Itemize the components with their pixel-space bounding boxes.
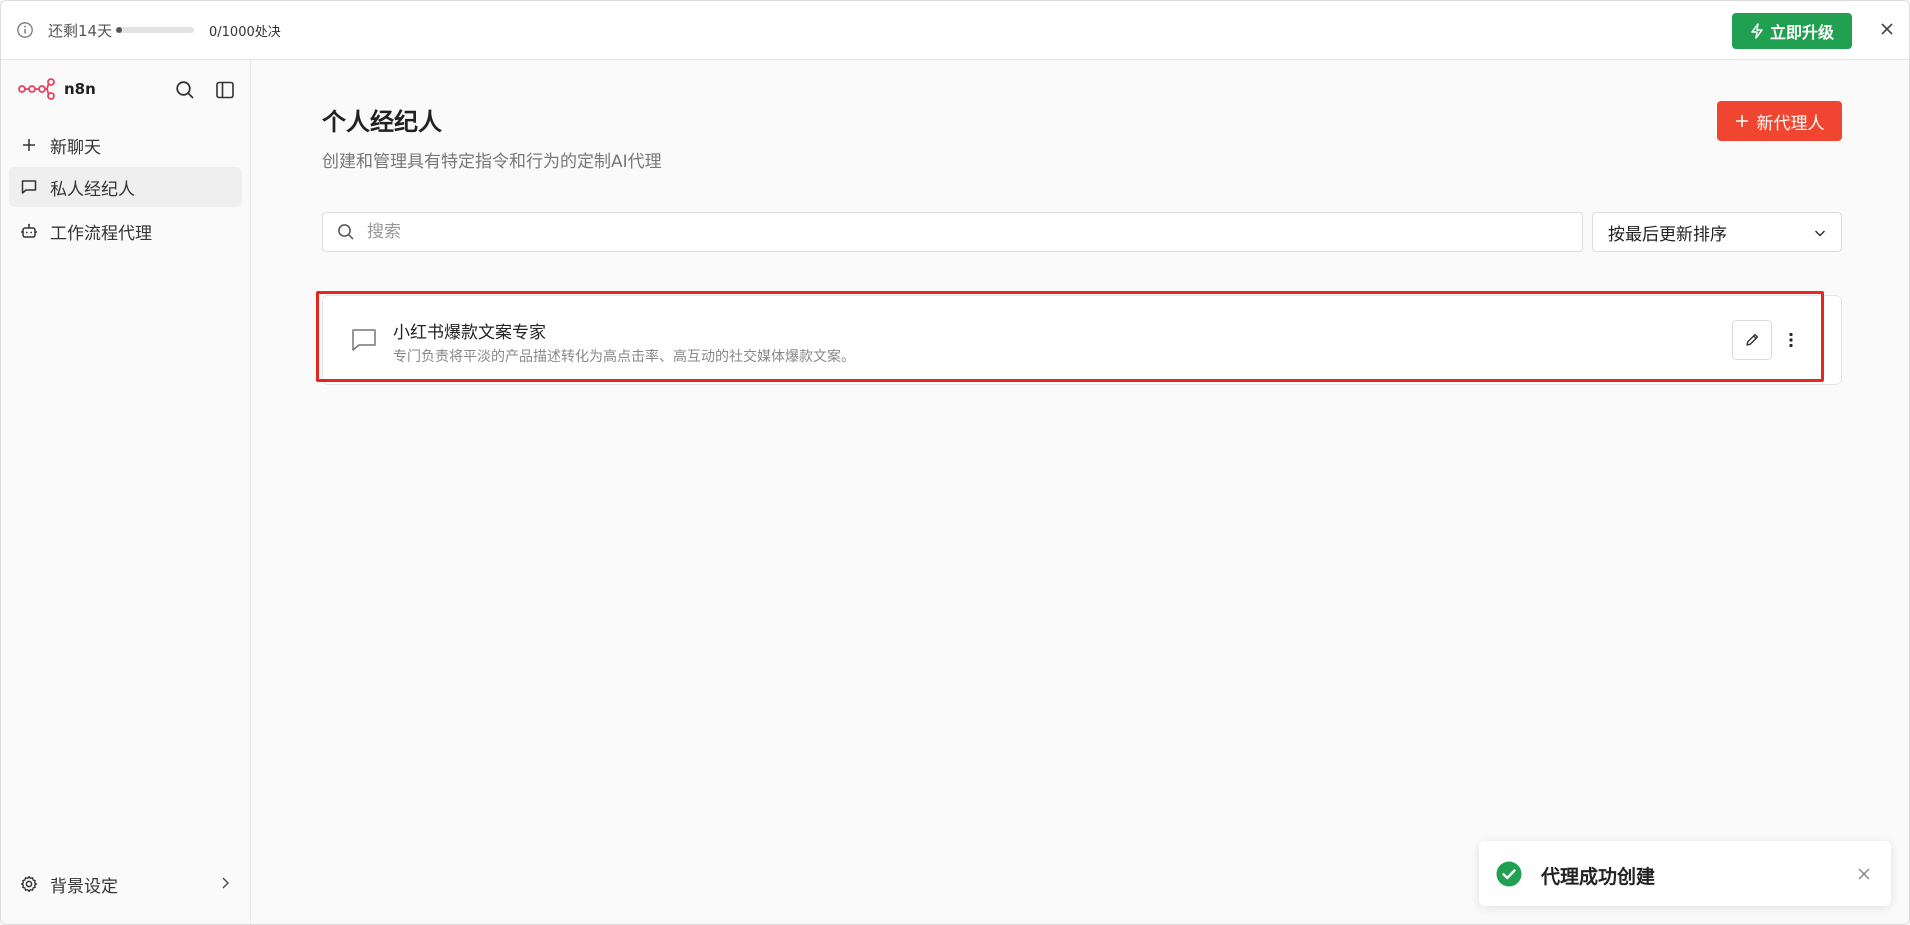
trial-progress-fill	[116, 27, 122, 33]
sidebar-toggle-icon[interactable]	[215, 80, 235, 100]
search-input[interactable]	[367, 222, 1547, 242]
agent-card[interactable]: 小红书爆款文案专家 专门负责将平淡的产品描述转化为高点击率、高互动的社交媒体爆款…	[322, 295, 1842, 385]
chevron-right-icon	[222, 877, 230, 889]
toast-message: 代理成功创建	[1541, 866, 1656, 888]
trial-days-text: 还剩14天	[48, 22, 113, 40]
agent-name: 小红书爆款文案专家	[393, 323, 546, 343]
sidebar-item-settings[interactable]: 背景设定	[9, 866, 242, 902]
chevron-down-icon	[1814, 230, 1826, 237]
plus-icon	[1735, 115, 1748, 127]
sidebar-item-label: 工作流程代理	[50, 223, 152, 244]
upgrade-label: 立即升级	[1769, 23, 1834, 42]
search-icon	[338, 224, 354, 240]
sort-dropdown[interactable]: 按最后更新排序	[1592, 212, 1842, 252]
brand-name: n8n	[64, 80, 96, 98]
sidebar: n8n 新聊天 私人经纪人 工作流程代理 背景设定	[1, 60, 251, 924]
settings-label: 背景设定	[50, 876, 118, 897]
executions-count: 0/1000处决	[209, 25, 281, 40]
search-field[interactable]	[322, 212, 1583, 252]
pencil-icon	[1746, 333, 1759, 346]
page-title: 个人经纪人	[322, 108, 442, 136]
close-icon[interactable]	[1856, 866, 1872, 882]
more-vertical-icon	[1789, 332, 1793, 348]
info-icon	[17, 22, 33, 38]
more-options-button[interactable]	[1781, 322, 1801, 358]
sidebar-item-new-chat[interactable]: 新聊天	[9, 125, 242, 165]
app-window: 还剩14天 0/1000处决 立即升级 n8n 新聊天 私人经纪人 工作流程代理…	[0, 0, 1910, 925]
brand[interactable]: n8n	[18, 78, 96, 100]
sidebar-item-personal-agents[interactable]: 私人经纪人	[9, 167, 242, 207]
upgrade-button[interactable]: 立即升级	[1732, 13, 1852, 49]
trial-progress-bar	[116, 27, 194, 33]
n8n-logo-icon	[18, 78, 55, 100]
lightning-icon	[1751, 23, 1763, 39]
agent-description: 专门负责将平淡的产品描述转化为高点击率、高互动的社交媒体爆款文案。	[393, 349, 855, 365]
new-agent-label: 新代理人	[1756, 113, 1825, 134]
plus-icon	[20, 136, 38, 154]
gear-icon	[20, 875, 38, 893]
sidebar-item-workflow-agents[interactable]: 工作流程代理	[9, 211, 242, 251]
chat-bubble-icon	[20, 178, 38, 196]
success-toast: 代理成功创建	[1479, 841, 1891, 906]
search-icon[interactable]	[175, 80, 195, 100]
check-circle-icon	[1496, 861, 1522, 887]
main-content: 个人经纪人 创建和管理具有特定指令和行为的定制AI代理 新代理人 按最后更新排序	[252, 60, 1909, 924]
trial-banner: 还剩14天 0/1000处决 立即升级	[1, 1, 1909, 60]
sort-label: 按最后更新排序	[1608, 224, 1727, 245]
page-subtitle: 创建和管理具有特定指令和行为的定制AI代理	[322, 152, 662, 172]
new-agent-button[interactable]: 新代理人	[1717, 101, 1842, 141]
sidebar-item-label: 私人经纪人	[50, 179, 135, 200]
close-banner-icon[interactable]	[1879, 21, 1895, 37]
sidebar-item-label: 新聊天	[50, 137, 101, 158]
edit-agent-button[interactable]	[1732, 320, 1772, 360]
chat-bubble-icon	[352, 329, 376, 351]
robot-icon	[20, 222, 38, 240]
